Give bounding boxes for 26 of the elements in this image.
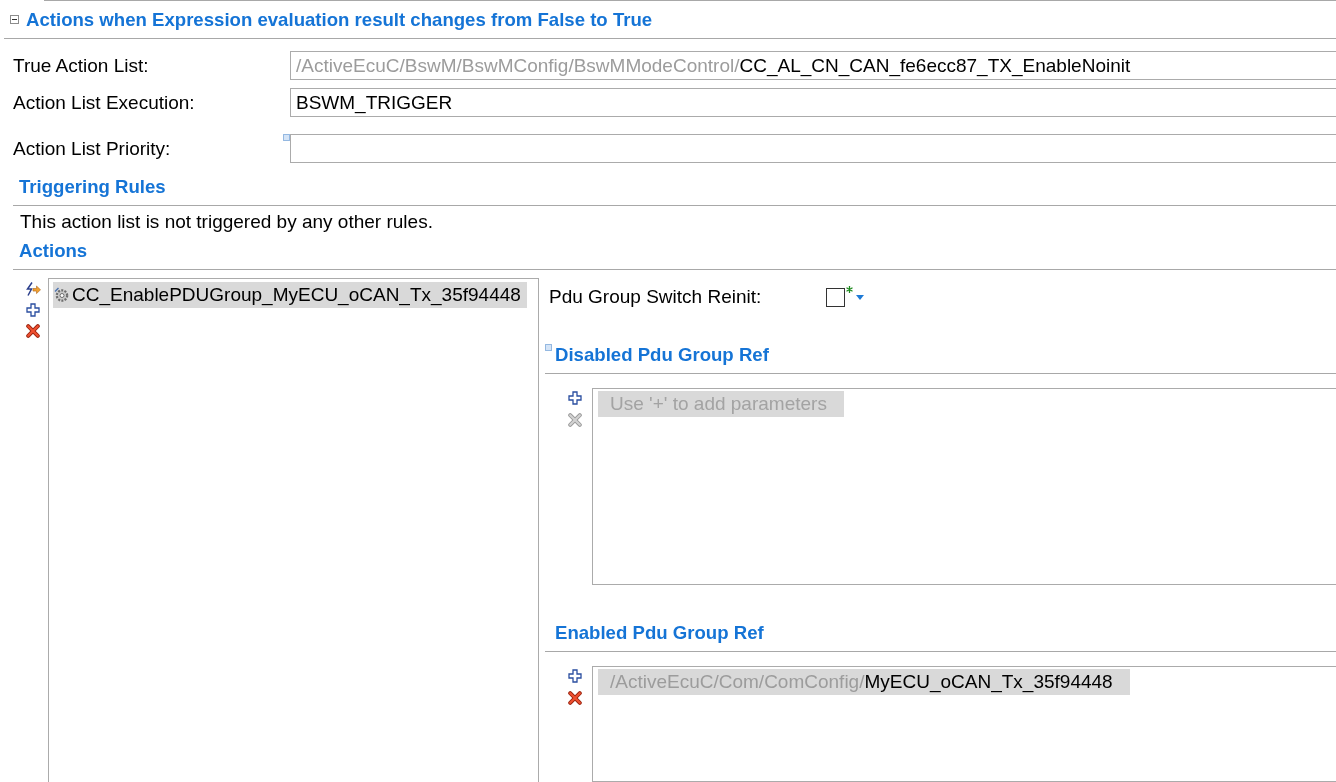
caret-icon[interactable]	[856, 294, 864, 300]
checkbox[interactable]	[826, 287, 845, 307]
collapse-icon[interactable]	[10, 15, 19, 24]
section-heading: Triggering Rules	[19, 176, 166, 198]
cross-icon[interactable]	[26, 324, 40, 338]
plus-icon[interactable]	[26, 303, 40, 317]
reference-field[interactable]: /ActiveEcuC/BswM/BswMConfig/BswMModeControl/CC_AL_CN_CAN_fe6ecc87_TX_EnableNoinit	[290, 51, 1336, 80]
asterisk-icon	[846, 286, 853, 293]
section-heading: Disabled Pdu Group Ref	[555, 344, 769, 366]
reference-item[interactable]: /ActiveEcuC/Com/ComConfig/MyECU_oCAN_Tx_35f94448	[598, 669, 1130, 695]
lightning-arrow-icon[interactable]	[25, 282, 41, 296]
section-heading: Enabled Pdu Group Ref	[555, 622, 764, 644]
list-item[interactable]: CC_EnablePDUGroup_MyECU_oCAN_Tx_35f94448	[53, 282, 527, 308]
text-field[interactable]: BSWM_TRIGGER	[290, 88, 1336, 117]
field-label: Action List Priority:	[13, 137, 172, 160]
gear-icon	[54, 287, 70, 303]
field-label: True Action List:	[13, 54, 150, 77]
field-label: Action List Execution:	[13, 91, 196, 114]
section-heading: Actions	[19, 240, 88, 262]
info-text: This action list is not triggered by any other rules.	[19, 211, 434, 233]
text-field[interactable]	[290, 134, 1336, 163]
plus-icon[interactable]	[568, 669, 582, 683]
cross-icon[interactable]	[568, 691, 582, 705]
field-label: Pdu Group Switch Reinit:	[549, 286, 763, 308]
section-title: Actions when Expression evaluation result changes from False to True	[26, 8, 653, 31]
plus-icon[interactable]	[568, 391, 582, 405]
